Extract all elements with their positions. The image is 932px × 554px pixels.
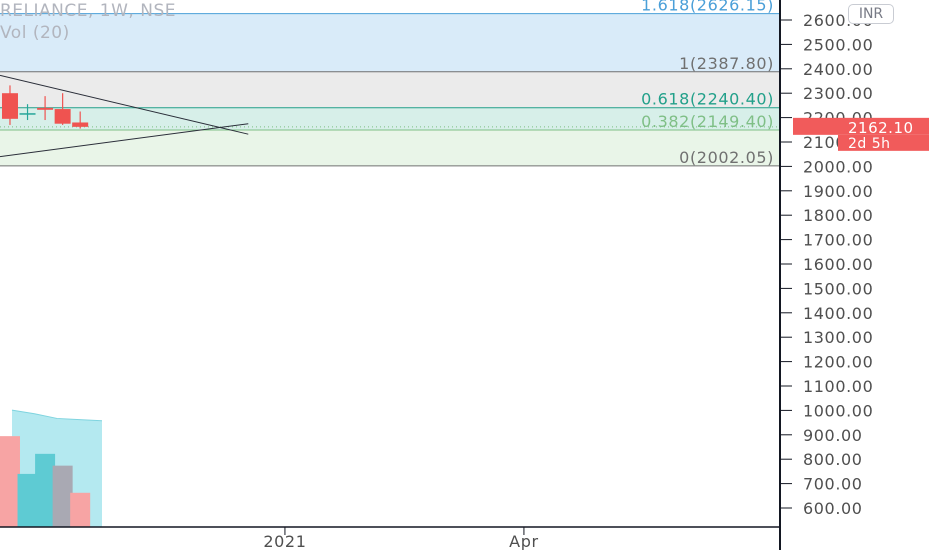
volume-bar[interactable] <box>17 473 38 527</box>
volume-bar[interactable] <box>0 436 20 527</box>
volume-bar[interactable] <box>35 453 56 527</box>
price-tick-label: 2400.00 <box>803 60 873 79</box>
candle-body[interactable] <box>1 93 18 119</box>
chart-area[interactable]: 1.618(2626.15) 1(2387.80) 0.618(2240.40) 0.… <box>0 0 932 551</box>
candle-body[interactable] <box>72 122 89 127</box>
fib-level-label: 1(2387.80) <box>679 54 774 73</box>
price-tick-label: 1600.00 <box>803 255 873 274</box>
price-tick-label: 1100.00 <box>803 377 873 396</box>
price-tick-label: 1200.00 <box>803 353 873 372</box>
price-tick-label: 1500.00 <box>803 279 873 298</box>
volume-bar[interactable] <box>70 492 91 527</box>
price-tick-label: 1000.00 <box>803 401 873 420</box>
currency-button[interactable]: INR <box>848 4 894 24</box>
fib-level-label: 0.618(2240.40) <box>641 90 774 109</box>
chart-header: RELIANCE, 1W, NSE Vol (20) <box>0 0 176 44</box>
price-tick-label: 1900.00 <box>803 182 873 201</box>
time-tick-label: 2021 <box>263 532 306 550</box>
candle-body[interactable] <box>19 113 36 115</box>
fib-zone <box>0 129 780 166</box>
price-chart[interactable]: 1.618(2626.15) 1(2387.80) 0.618(2240.40) 0.… <box>0 0 932 551</box>
volume-bar[interactable] <box>52 465 73 527</box>
fib-level-label: 0.382(2149.40) <box>641 112 774 131</box>
price-tick-label: 800.00 <box>803 450 863 469</box>
price-tick-label: 700.00 <box>803 475 863 494</box>
price-tick-label: 2300.00 <box>803 84 873 103</box>
price-tick-label: 2500.00 <box>803 35 873 54</box>
candle-body[interactable] <box>37 107 54 110</box>
candle-body[interactable] <box>54 109 71 124</box>
price-tick-label: 1700.00 <box>803 231 873 250</box>
price-tick-label: 2000.00 <box>803 157 873 176</box>
price-tick-label: 1300.00 <box>803 328 873 347</box>
symbol-legend[interactable]: RELIANCE, 1W, NSE <box>0 0 176 22</box>
price-tick-label: 1400.00 <box>803 304 873 323</box>
volume-legend[interactable]: Vol (20) <box>0 22 176 44</box>
last-price-value: 2162.10 <box>848 119 914 137</box>
fib-level-label: 0(2002.05) <box>679 148 774 167</box>
price-tick-label: 1800.00 <box>803 206 873 225</box>
fib-level-label: 1.618(2626.15) <box>641 0 774 15</box>
time-tick-label: Apr <box>509 532 538 550</box>
price-tick-label: 900.00 <box>803 426 863 445</box>
countdown-value: 2d 5h <box>848 136 891 152</box>
price-tick-label: 600.00 <box>803 499 863 518</box>
